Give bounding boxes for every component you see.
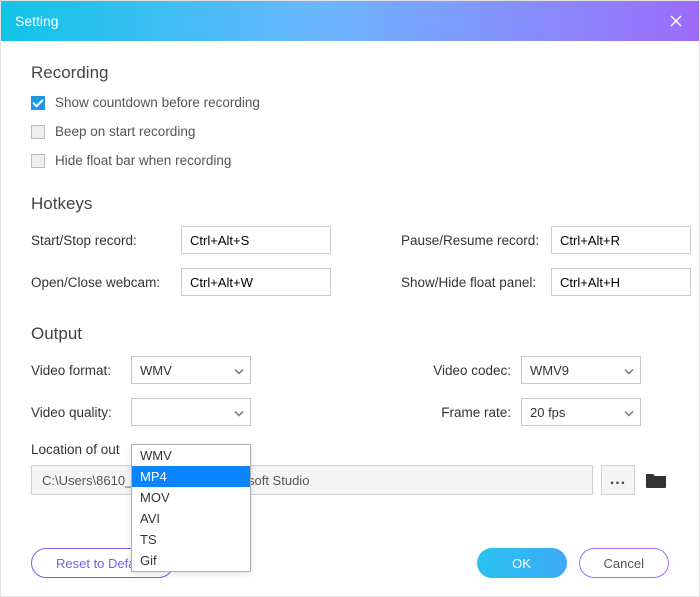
- video-codec-value: WMV9: [530, 363, 569, 378]
- format-option[interactable]: Gif: [132, 550, 250, 571]
- float-panel-input[interactable]: [551, 268, 691, 296]
- frame-rate-label: Frame rate:: [431, 405, 521, 420]
- video-format-select[interactable]: WMV: [131, 356, 251, 384]
- format-option[interactable]: WMV: [132, 445, 250, 466]
- option-label: Show countdown before recording: [55, 95, 260, 110]
- video-format-value: WMV: [140, 363, 172, 378]
- checkbox-icon[interactable]: [31, 125, 45, 139]
- frame-rate-value: 20 fps: [530, 405, 565, 420]
- chevron-down-icon: [234, 363, 244, 378]
- video-codec-label: Video codec:: [431, 363, 521, 378]
- webcam-label: Open/Close webcam:: [31, 275, 181, 290]
- pause-resume-input[interactable]: [551, 226, 691, 254]
- format-option[interactable]: MOV: [132, 487, 250, 508]
- hotkeys-grid: Start/Stop record: Pause/Resume record: …: [31, 226, 669, 296]
- checkbox-icon[interactable]: [31, 96, 45, 110]
- video-quality-select[interactable]: [131, 398, 251, 426]
- format-option[interactable]: TS: [132, 529, 250, 550]
- video-format-label: Video format:: [31, 363, 131, 378]
- format-option[interactable]: MP4: [132, 466, 250, 487]
- open-folder-icon[interactable]: [643, 467, 669, 493]
- checkbox-icon[interactable]: [31, 154, 45, 168]
- hide-floatbar-option[interactable]: Hide float bar when recording: [31, 153, 669, 168]
- footer: Reset to Default OK Cancel: [1, 536, 699, 596]
- countdown-option[interactable]: Show countdown before recording: [31, 95, 669, 110]
- content-area: Recording Show countdown before recordin…: [1, 41, 699, 536]
- location-row: ...: [31, 465, 669, 495]
- cancel-button[interactable]: Cancel: [579, 548, 669, 578]
- video-quality-label: Video quality:: [31, 405, 131, 420]
- location-input[interactable]: [31, 465, 593, 495]
- window-title: Setting: [15, 13, 667, 29]
- video-codec-select[interactable]: WMV9: [521, 356, 641, 384]
- chevron-down-icon: [624, 405, 634, 420]
- output-grid: Video format: WMV Video codec: WMV9 Vide…: [31, 356, 669, 426]
- format-option[interactable]: AVI: [132, 508, 250, 529]
- pause-resume-label: Pause/Resume record:: [401, 233, 551, 248]
- location-label: Location of out: [31, 442, 669, 457]
- hotkeys-section-title: Hotkeys: [31, 194, 669, 214]
- close-icon[interactable]: [667, 12, 685, 30]
- start-stop-label: Start/Stop record:: [31, 233, 181, 248]
- settings-window: Setting Recording Show countdown before …: [0, 0, 700, 597]
- ok-button[interactable]: OK: [477, 548, 567, 578]
- option-label: Beep on start recording: [55, 124, 195, 139]
- chevron-down-icon: [234, 405, 244, 420]
- float-panel-label: Show/Hide float panel:: [401, 275, 551, 290]
- video-format-dropdown[interactable]: WMVMP4MOVAVITSGif: [131, 444, 251, 572]
- output-section-title: Output: [31, 324, 669, 344]
- chevron-down-icon: [624, 363, 634, 378]
- option-label: Hide float bar when recording: [55, 153, 231, 168]
- webcam-input[interactable]: [181, 268, 331, 296]
- beep-option[interactable]: Beep on start recording: [31, 124, 669, 139]
- browse-button[interactable]: ...: [601, 465, 635, 495]
- recording-section-title: Recording: [31, 63, 669, 83]
- titlebar: Setting: [1, 1, 699, 41]
- frame-rate-select[interactable]: 20 fps: [521, 398, 641, 426]
- start-stop-input[interactable]: [181, 226, 331, 254]
